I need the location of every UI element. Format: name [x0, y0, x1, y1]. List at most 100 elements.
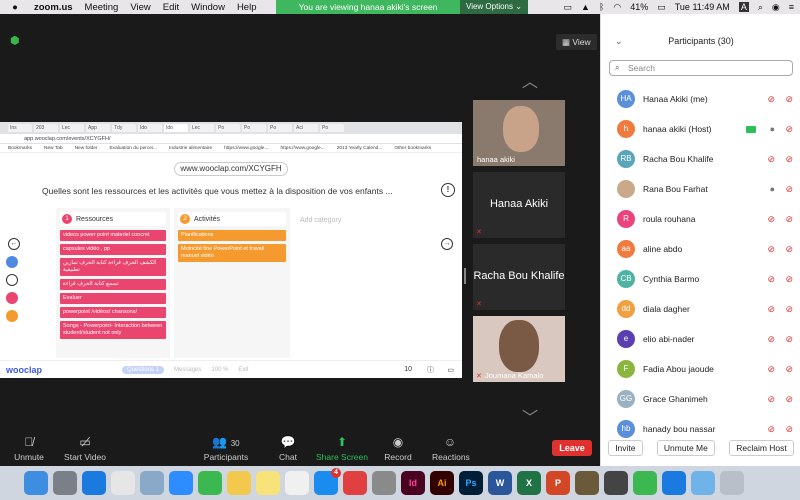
illustrator-icon[interactable]: Ai — [430, 471, 454, 495]
check-icon[interactable] — [6, 292, 18, 304]
accessibility-icon[interactable] — [662, 471, 686, 495]
browser-tab[interactable]: Ins — [8, 124, 32, 132]
airplay-icon[interactable]: ▲ — [581, 2, 590, 12]
browser-tab[interactable]: App — [86, 124, 110, 132]
menu-icon[interactable] — [6, 274, 18, 286]
app-store-icon[interactable]: 4 — [314, 468, 341, 495]
exit-button[interactable]: Exit — [238, 367, 248, 373]
info-icon[interactable]: ⓘ — [427, 365, 434, 375]
indesign-icon[interactable]: Id — [401, 471, 425, 495]
bookmark[interactable]: Evaluation du percei... — [110, 146, 157, 151]
view-button[interactable]: ▦ View — [556, 34, 597, 50]
launchpad-icon[interactable] — [53, 471, 77, 495]
invite-button[interactable]: Invite — [608, 440, 643, 456]
bookmark[interactable]: Bookmarks — [8, 146, 32, 151]
game-icon[interactable] — [575, 471, 599, 495]
idea-card[interactable]: Evaluer — [60, 293, 166, 304]
add-category-button[interactable]: Add category — [300, 217, 341, 224]
leave-button[interactable]: Leave — [552, 440, 592, 456]
notes-icon[interactable] — [256, 471, 280, 495]
siri-icon[interactable]: ◉ — [772, 2, 780, 13]
bookmark[interactable]: Other bookmarks — [394, 146, 431, 151]
menu-help[interactable]: Help — [237, 2, 257, 13]
arrow-left-icon[interactable]: ← — [8, 238, 20, 250]
address-bar[interactable]: app.wooclap.com/events/XCYGFH/ — [0, 134, 462, 144]
folder-icon[interactable] — [691, 471, 715, 495]
idea-card[interactable]: الكشف الحرف قراءة كتابة الحرف تمارين تطب… — [60, 258, 166, 276]
idea-card[interactable]: powerpoint /vidéos/ chansons/ — [60, 307, 166, 318]
excel-icon[interactable]: X — [517, 471, 541, 495]
participant-row[interactable]: R roula rouhana ⊘ ⊘ — [601, 204, 800, 234]
zoom-icon[interactable] — [169, 471, 193, 495]
bookmark[interactable]: https://www.google... — [224, 146, 268, 151]
splitter-handle[interactable] — [464, 268, 466, 284]
participant-row[interactable]: HA Hanaa Akiki (me) ⊘ ⊘ — [601, 84, 800, 114]
menu-meeting[interactable]: Meeting — [85, 2, 119, 13]
browser-tab[interactable]: Tdy — [112, 124, 136, 132]
idea-card[interactable]: Songs - Powerpoint- Interaction between … — [60, 321, 166, 339]
unmute-me-button[interactable]: Unmute Me — [656, 440, 715, 456]
photos-icon[interactable] — [227, 471, 251, 495]
video-tile[interactable]: Joumana Kamalo ✕ — [473, 316, 565, 382]
bookmark[interactable]: New folder — [75, 146, 98, 151]
chevron-up-icon[interactable]: ︿ — [522, 68, 538, 92]
participant-row[interactable]: F Fadia Abou jaoude ⊘ ⊘ — [601, 354, 800, 384]
zoom-level[interactable]: 100 % — [211, 367, 228, 373]
bookmark[interactable]: Industrie alimentaire — [169, 146, 212, 151]
video-tile[interactable]: hanaa akiki — [473, 100, 565, 166]
list-icon[interactable] — [6, 256, 18, 268]
info-icon[interactable]: ! — [441, 183, 455, 197]
word-icon[interactable]: W — [488, 471, 512, 495]
chat-button[interactable]: 💬 Chat — [276, 432, 300, 462]
clock[interactable]: Tue 11:49 AM — [675, 2, 730, 12]
idea-card[interactable]: Planifications — [178, 230, 286, 241]
participant-row[interactable]: dd diala dagher ⊘ ⊘ — [601, 294, 800, 324]
participant-row[interactable]: RB Racha Bou Khalife ⊘ ⊘ — [601, 144, 800, 174]
music-icon[interactable] — [285, 471, 309, 495]
messages-icon[interactable] — [633, 471, 657, 495]
participant-row[interactable]: h hanaa akiki (Host) ● ⊘ — [601, 114, 800, 144]
battery-icon[interactable]: ▭ — [657, 2, 666, 13]
participants-button[interactable]: 👥 30 Participants — [200, 432, 252, 462]
search-input[interactable]: ⌕ Search — [609, 60, 793, 76]
trash-icon[interactable] — [720, 471, 744, 495]
unmute-button[interactable]: 🎙̸ Unmute — [14, 432, 44, 462]
questions-tab[interactable]: Questions 1 — [122, 365, 165, 374]
browser-tab[interactable]: Lec — [190, 124, 214, 132]
participant-row[interactable]: Rana Bou Farhat ● ⊘ — [601, 174, 800, 204]
battery-percent[interactable]: 41% — [630, 2, 648, 12]
bluetooth-icon[interactable]: ᛒ — [599, 2, 604, 12]
apple-icon[interactable]: ● — [10, 2, 20, 13]
facetime-icon[interactable] — [198, 471, 222, 495]
settings-icon[interactable] — [372, 471, 396, 495]
chevron-down-icon[interactable]: ﹀ — [522, 404, 538, 428]
idea-card[interactable]: videos power point materiel concret — [60, 230, 166, 241]
idea-card[interactable]: تسمع كتابة الحرف قراءة — [60, 279, 166, 290]
browser-tab-active[interactable]: Ido — [164, 124, 188, 132]
menu-edit[interactable]: Edit — [163, 2, 179, 13]
messages-tab[interactable]: Messages — [174, 367, 201, 373]
list-icon[interactable]: ≡ — [789, 2, 794, 12]
keyboard-icon[interactable]: ▭ — [447, 366, 454, 374]
arrow-right-icon[interactable]: → — [441, 238, 453, 250]
record-button[interactable]: ◉ Record — [384, 432, 412, 462]
participant-row[interactable]: e elio abi-nader ⊘ ⊘ — [601, 324, 800, 354]
finder-icon[interactable] — [24, 471, 48, 495]
wifi-icon[interactable]: ◠ — [613, 2, 621, 13]
browser-tab[interactable]: Po — [320, 124, 344, 132]
browser-tab[interactable]: Po — [242, 124, 266, 132]
check-icon[interactable] — [6, 310, 18, 322]
participant-row[interactable]: aa aline abdo ⊘ ⊘ — [601, 234, 800, 264]
participant-row[interactable]: CB Cynthia Barmo ⊘ ⊘ — [601, 264, 800, 294]
bookmark[interactable]: https://www.google... — [280, 146, 324, 151]
search-icon[interactable]: ⌕ — [758, 2, 763, 13]
participant-row[interactable]: GG Grace Ghanimeh ⊘ ⊘ — [601, 384, 800, 414]
toolbox-icon[interactable] — [343, 471, 367, 495]
idea-card[interactable]: Motricité fine PowerPoint et travail man… — [178, 244, 286, 262]
share-screen-button[interactable]: ⬆ Share Screen — [316, 432, 368, 462]
reactions-button[interactable]: ☺ Reactions — [432, 432, 470, 462]
powerpoint-icon[interactable]: P — [546, 471, 570, 495]
start-video-button[interactable]: ▭̸ Start Video — [60, 432, 110, 462]
browser-tab[interactable]: Aci — [294, 124, 318, 132]
chrome-icon[interactable] — [111, 471, 135, 495]
